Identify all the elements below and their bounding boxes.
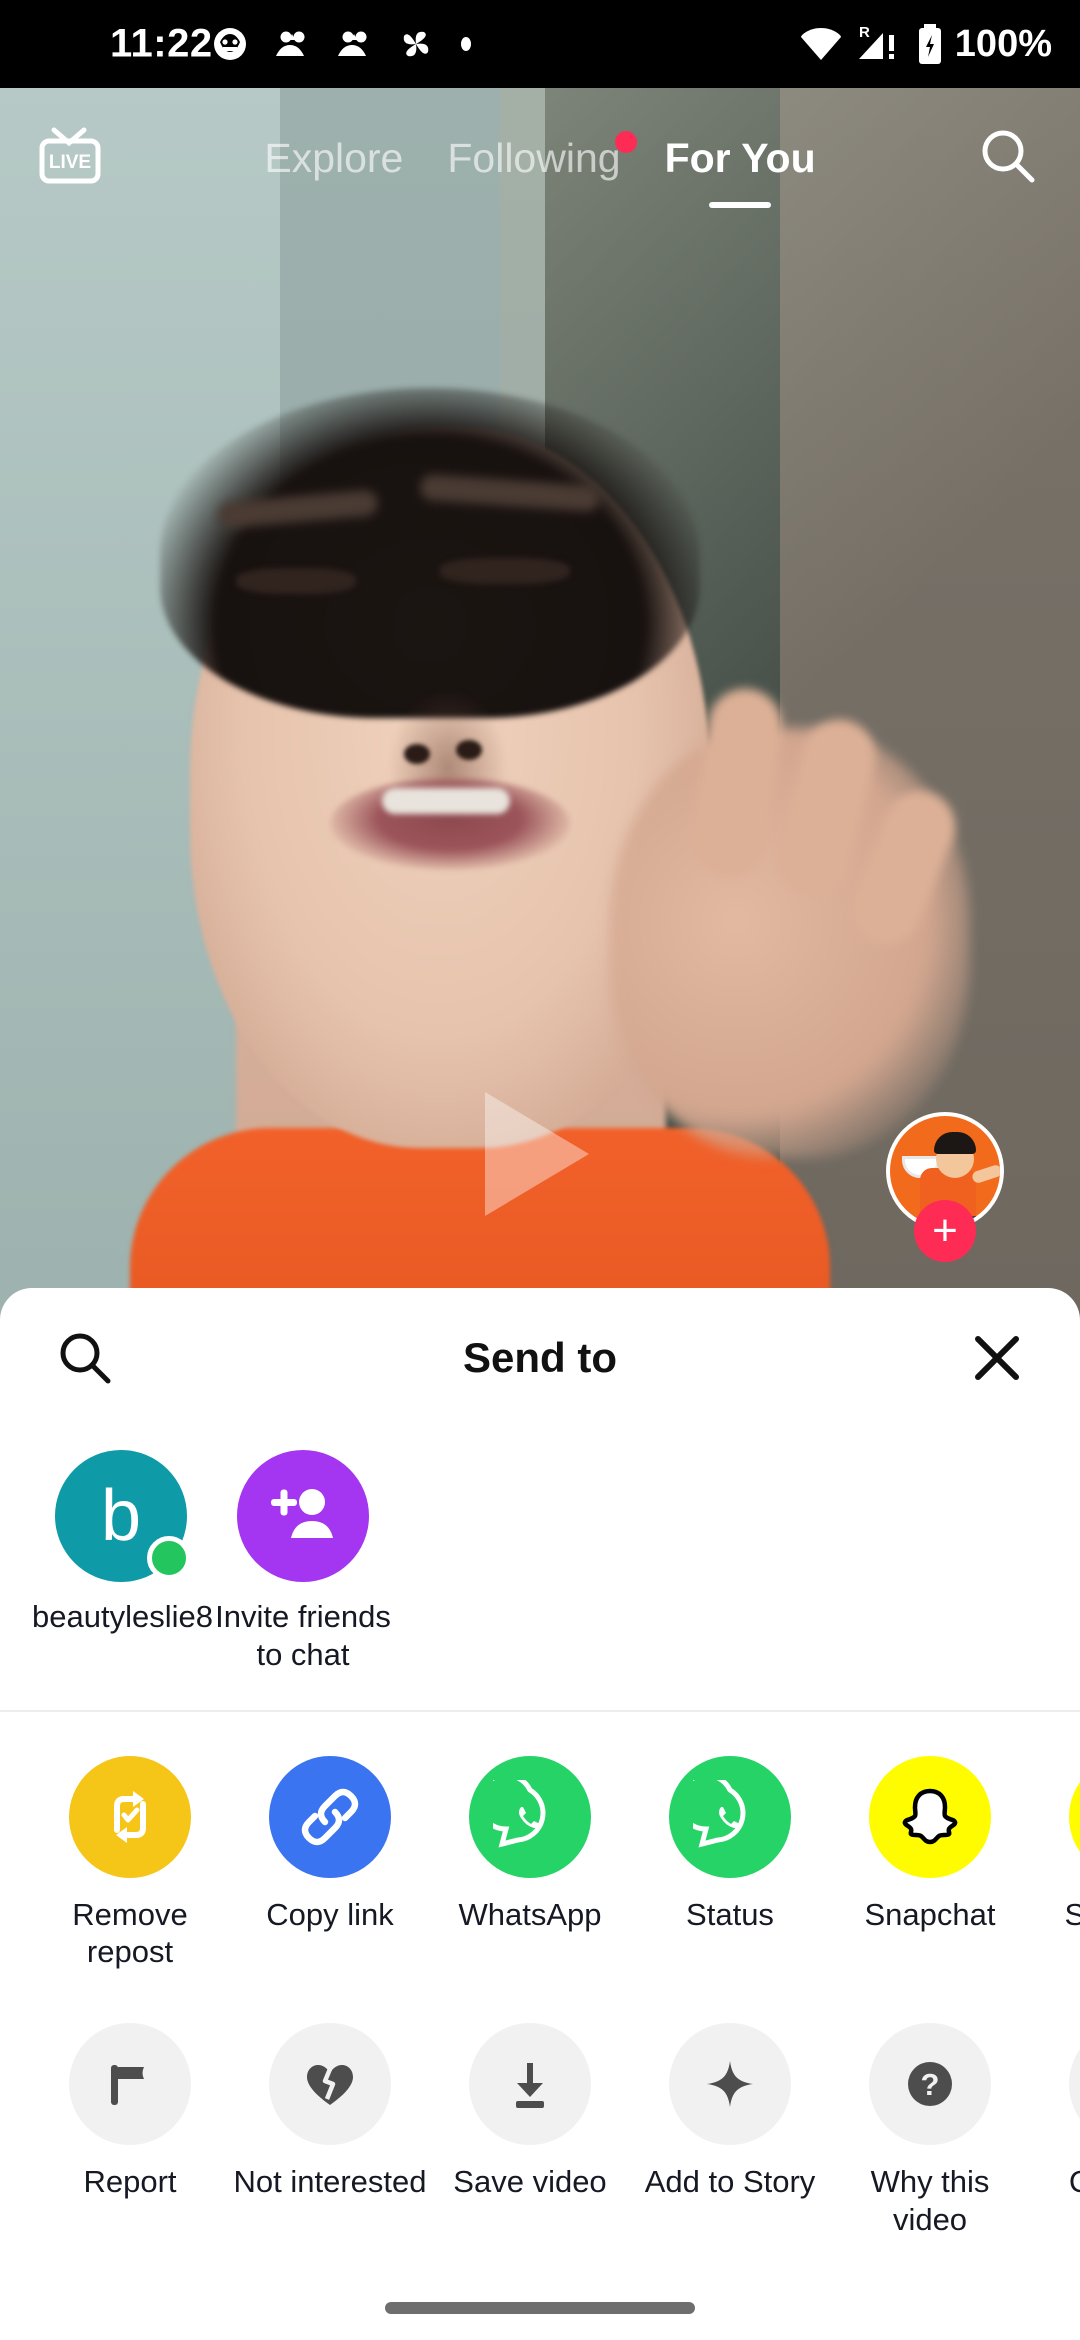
status-bar: 11:22 R 100%	[0, 0, 1080, 88]
action-item-label: Report	[83, 2164, 177, 2200]
person-nose	[388, 688, 508, 788]
action-item-report[interactable]: Report	[30, 2023, 230, 2239]
following-badge-dot	[614, 130, 637, 153]
battery-percent: 100%	[954, 22, 1052, 65]
tab-following[interactable]: Following	[425, 130, 642, 182]
tab-following-label: Following	[447, 134, 621, 181]
action-item-label: Not interested	[233, 2164, 427, 2200]
svg-text:?: ?	[921, 2067, 940, 2102]
person-teeth	[382, 788, 510, 814]
dot-icon	[458, 36, 474, 52]
action-item-label: Save video	[453, 2164, 607, 2200]
share-item-whatsapp[interactable]: WhatsApp	[430, 1755, 630, 1972]
tab-for-you[interactable]: For You	[643, 134, 838, 208]
search-icon[interactable]	[970, 118, 1046, 194]
video-actions-row: Report Not interested Save video Add to …	[0, 1971, 1080, 2239]
action-item-why-this-video[interactable]: ? Why this video	[830, 2023, 1030, 2239]
avatar-hair	[934, 1132, 976, 1154]
snapchat-icon	[869, 1755, 991, 1878]
status-right-icons: R 100%	[799, 22, 1052, 66]
add-person-icon	[237, 1450, 369, 1582]
share-item-snapchat[interactable]: Snapchat	[830, 1755, 1030, 1972]
contacts-row: b beautyleslie8 Invite friends to chat	[0, 1428, 1080, 1674]
action-item-not-interested[interactable]: Not interested	[230, 2023, 430, 2239]
people-icon	[334, 26, 374, 62]
share-sheet-title: Send to	[463, 1334, 617, 1381]
share-item-snapchat-chat[interactable]: Snapchat chat	[1030, 1755, 1080, 1972]
phone-screen: + LIVE Explore Following For You 11:22 R…	[0, 0, 1080, 2340]
link-icon	[269, 1755, 391, 1878]
tab-for-you-label: For You	[664, 134, 816, 181]
share-item-label: Status	[686, 1896, 774, 1932]
share-item-copy-link[interactable]: Copy link	[230, 1755, 430, 1972]
status-notification-icons	[210, 24, 474, 64]
broken-heart-icon	[269, 2023, 391, 2146]
roaming-signal-icon: R	[853, 23, 905, 65]
home-indicator[interactable]	[385, 2302, 695, 2314]
flag-icon	[69, 2023, 191, 2146]
invite-avatar-wrap	[237, 1450, 369, 1582]
pinwheel-icon	[396, 24, 436, 64]
action-rows: Remove repost Copy link WhatsApp Status …	[0, 1712, 1080, 2239]
share-item-status[interactable]: Status	[630, 1755, 830, 1972]
repost-icon	[69, 1755, 191, 1878]
action-item-save-video[interactable]: Save video	[430, 2023, 630, 2239]
whatsapp-status-icon	[669, 1755, 791, 1878]
contact-item[interactable]: b beautyleslie8	[30, 1450, 213, 1636]
contact-avatar-wrap: b	[55, 1450, 191, 1582]
tab-explore-label: Explore	[264, 134, 404, 181]
snapchat-icon	[1069, 1755, 1080, 1878]
share-item-remove-repost[interactable]: Remove repost	[30, 1755, 230, 1972]
follow-button[interactable]: +	[914, 1200, 976, 1262]
invite-friends-item[interactable]: Invite friends to chat	[212, 1450, 394, 1674]
download-icon	[469, 2023, 591, 2146]
close-icon[interactable]	[962, 1323, 1032, 1393]
tab-explore[interactable]: Explore	[242, 135, 425, 182]
cat-face-icon	[210, 24, 250, 64]
whatsapp-icon	[469, 1755, 591, 1878]
people-icon	[272, 26, 312, 62]
person-hair	[160, 388, 700, 718]
share-item-label: Copy link	[266, 1896, 394, 1932]
action-item-label: Add to Story	[644, 2164, 816, 2200]
action-item-label: Captions	[1032, 2163, 1080, 2201]
contact-name: beautyleslie8	[32, 1599, 213, 1634]
tab-active-indicator	[709, 201, 772, 208]
captions-aa-icon: Aa	[1069, 2023, 1080, 2146]
person-eye-right	[440, 558, 570, 584]
person-nostril-right	[456, 740, 482, 760]
share-item-label: Snapchat chat	[1064, 1896, 1080, 1932]
avatar-arm	[970, 1163, 1000, 1185]
battery-charging-icon	[915, 22, 945, 66]
top-navigation: LIVE Explore Following For You	[0, 88, 1080, 228]
question-mark-icon: ?	[869, 2023, 991, 2146]
svg-text:R: R	[859, 24, 870, 41]
play-triangle-icon[interactable]	[485, 1092, 589, 1216]
search-icon[interactable]	[48, 1321, 122, 1395]
share-sheet-header: Send to	[0, 1288, 1080, 1428]
action-item-label: Why this video	[870, 2164, 990, 2238]
share-targets-row: Remove repost Copy link WhatsApp Status …	[0, 1728, 1080, 1972]
sparkle-icon	[669, 2023, 791, 2146]
wifi-icon	[799, 24, 843, 64]
person-eye-left	[236, 568, 356, 594]
share-sheet: Send to b beautyleslie8 Invite friends t…	[0, 1288, 1080, 2340]
share-item-label: Snapchat	[864, 1896, 996, 1932]
share-item-label: Remove repost	[72, 1896, 188, 1970]
invite-friends-label: Invite friends to chat	[215, 1599, 391, 1672]
status-time: 11:22	[110, 21, 213, 66]
action-item-captions[interactable]: Aa Captions	[1030, 2023, 1080, 2239]
person-nostril-left	[404, 744, 430, 764]
online-status-dot	[147, 1536, 191, 1580]
share-item-label: WhatsApp	[458, 1896, 602, 1932]
feed-tabs: Explore Following For You	[0, 88, 1080, 228]
action-item-add-to-story[interactable]: Add to Story	[630, 2023, 830, 2239]
